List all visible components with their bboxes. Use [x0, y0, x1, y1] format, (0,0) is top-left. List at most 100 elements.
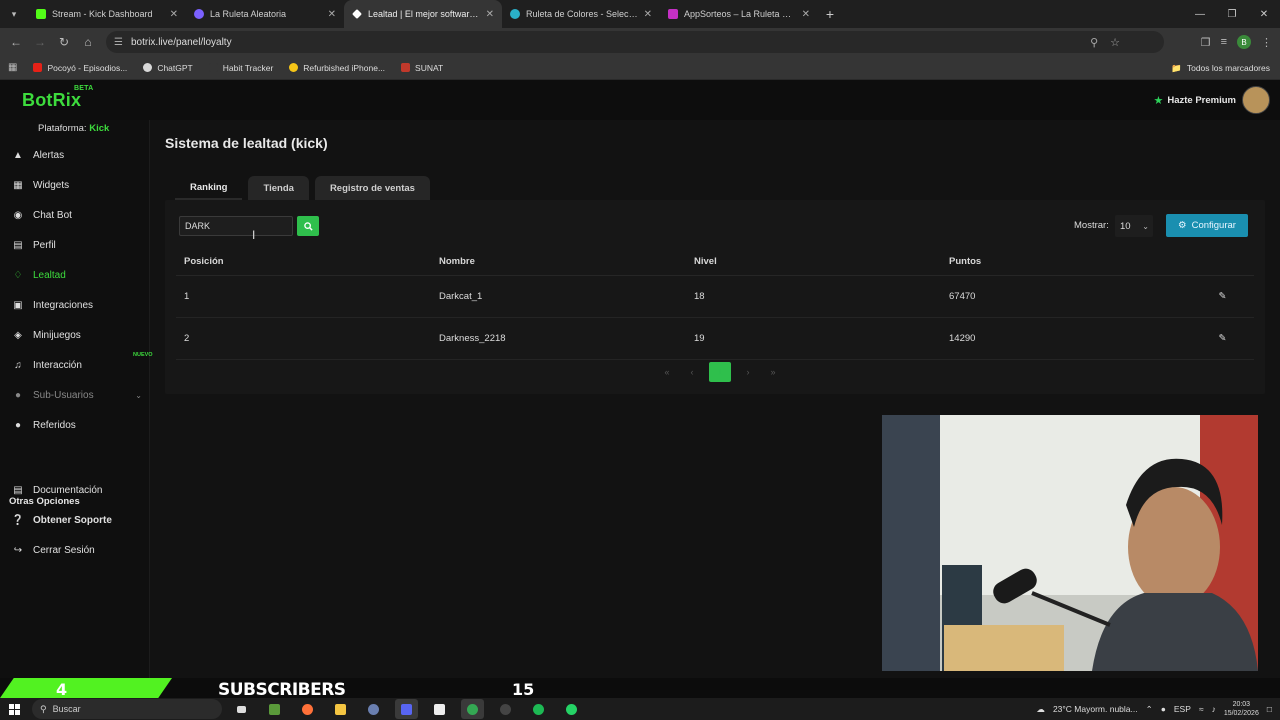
language-indicator[interactable]: ESP: [1174, 704, 1191, 714]
minimize-icon[interactable]: —: [1184, 0, 1216, 28]
sidebar-item-label: Alertas: [33, 149, 65, 161]
edit-pencil-icon[interactable]: ✎: [1191, 333, 1254, 344]
bookmark-star-icon[interactable]: ☆: [1110, 36, 1120, 49]
close-tab-icon[interactable]: ✕: [328, 9, 336, 20]
sidebar-item-cerrar-sesion[interactable]: ↪ Cerrar Sesión: [12, 540, 146, 560]
maximize-icon[interactable]: ❐: [1216, 0, 1248, 28]
sidebar-item-widgets[interactable]: ▦ Widgets: [12, 175, 146, 195]
user-avatar[interactable]: [1242, 86, 1270, 114]
sidebar-item-minijuegos[interactable]: ◈ Minijuegos: [12, 325, 146, 345]
browser-tab[interactable]: Ruleta de Colores - Selecciona ✕: [502, 0, 660, 28]
mostrar-select[interactable]: 10 ⌄: [1115, 215, 1153, 237]
close-tab-icon[interactable]: ✕: [644, 9, 652, 20]
bookmark-item[interactable]: ChatGPT: [143, 62, 193, 73]
close-tab-icon[interactable]: ✕: [802, 9, 810, 20]
sidebar-item-interaccion[interactable]: ♫ Interacción NUEVO: [12, 352, 152, 375]
sidebar-item-perfil[interactable]: ▤ Perfil: [12, 235, 146, 255]
davinci-icon[interactable]: [362, 699, 385, 719]
bookmark-favicon-icon: [33, 63, 43, 72]
weather-text[interactable]: 23°C Mayorm. nubla...: [1053, 704, 1138, 714]
sidebar-item-lealtad[interactable]: ♢ Lealtad: [12, 265, 146, 285]
extensions-icon[interactable]: ❐: [1201, 36, 1211, 49]
browser-tab[interactable]: AppSorteos – La Ruleta de la S ✕: [660, 0, 818, 28]
new-tab-icon[interactable]: +: [818, 6, 842, 22]
tab-tienda[interactable]: Tienda: [248, 176, 309, 200]
clock[interactable]: 20:03 15/02/2026: [1224, 700, 1259, 718]
current-page[interactable]: 1: [709, 362, 731, 382]
apps-grid-icon[interactable]: ▦: [8, 62, 17, 73]
volume-icon[interactable]: ♪: [1212, 704, 1216, 714]
premium-button[interactable]: ★ Hazte Premium: [1153, 94, 1236, 107]
sidebar-item-sub-usuarios[interactable]: ● Sub-Usuarios ⌄: [12, 385, 146, 405]
first-page-icon[interactable]: «: [659, 363, 675, 381]
tab-search-icon[interactable]: ▾: [0, 0, 28, 28]
sidebar-item-referidos[interactable]: ● Referidos: [12, 415, 146, 435]
tray-chevron-icon[interactable]: ⌃: [1146, 704, 1153, 715]
close-window-icon[interactable]: ✕: [1248, 0, 1280, 28]
browser-tab[interactable]: Stream - Kick Dashboard ✕: [28, 0, 186, 28]
sidebar-item-obtener-soporte[interactable]: ❔ Obtener Soporte: [12, 510, 146, 530]
sidebar-item-label: Integraciones: [33, 299, 94, 311]
windows-start-icon[interactable]: [0, 698, 28, 720]
botrix-logo[interactable]: BotRix BETA: [22, 85, 93, 111]
bookmark-item[interactable]: SUNAT: [401, 63, 443, 73]
reload-icon[interactable]: ↻: [52, 35, 76, 49]
sidebar-item-label: Chat Bot: [33, 209, 72, 221]
tab-registro-de-ventas[interactable]: Registro de ventas: [314, 176, 430, 200]
column-header-posicion[interactable]: Posición: [176, 256, 431, 267]
bookmark-item[interactable]: Habit Tracker: [208, 63, 273, 73]
system-tray: ☁ 23°C Mayorm. nubla... ⌃ ● ESP ≈ ♪ 20:0…: [1036, 698, 1272, 720]
profile-avatar[interactable]: B: [1237, 35, 1251, 49]
close-tab-icon[interactable]: ✕: [486, 9, 494, 20]
forward-icon[interactable]: →: [28, 35, 52, 49]
whatsapp-icon[interactable]: [560, 699, 583, 719]
microphone-icon[interactable]: ●: [1161, 704, 1166, 714]
bookmark-item[interactable]: Pocoyó - Episodios...: [33, 63, 127, 73]
bookmark-label: ChatGPT: [157, 62, 193, 73]
chrome-icon[interactable]: [461, 699, 484, 719]
edit-pencil-icon[interactable]: ✎: [1191, 291, 1254, 302]
site-info-icon[interactable]: ☰: [114, 37, 123, 48]
search-input[interactable]: [179, 216, 293, 236]
configurar-button[interactable]: ⚙ Configurar: [1166, 214, 1248, 237]
capcut-icon[interactable]: [428, 699, 451, 719]
discord-icon[interactable]: [395, 699, 418, 719]
zoom-icon[interactable]: ⚲: [1090, 36, 1098, 49]
taskbar-search[interactable]: ⚲ Buscar: [32, 699, 222, 719]
obs-icon[interactable]: [494, 699, 517, 719]
last-page-icon[interactable]: »: [765, 363, 781, 381]
task-view-icon[interactable]: [230, 699, 253, 719]
sidebar-item-integraciones[interactable]: ▣ Integraciones: [12, 295, 146, 315]
column-header-nivel[interactable]: Nivel: [686, 256, 941, 267]
wifi-icon[interactable]: ≈: [1199, 704, 1204, 714]
all-bookmarks[interactable]: 📁 Todos los marcadores: [1171, 56, 1270, 80]
url-field[interactable]: ☰ botrix.live/panel/loyalty: [106, 31, 1164, 53]
menu-kebab-icon[interactable]: ⋮: [1261, 36, 1272, 49]
back-icon[interactable]: ←: [4, 35, 28, 49]
robot-icon: ◉: [13, 209, 23, 221]
search-icon: [303, 221, 313, 231]
minecraft-icon[interactable]: [263, 699, 286, 719]
sidebar-item-documentacion[interactable]: ▤ Documentación: [12, 480, 146, 500]
browser-tab[interactable]: La Ruleta Aleatoria ✕: [186, 0, 344, 28]
file-explorer-icon[interactable]: [329, 699, 352, 719]
prev-page-icon[interactable]: ‹: [684, 363, 700, 381]
column-header-nombre[interactable]: Nombre: [431, 256, 686, 267]
home-icon[interactable]: ⌂: [76, 35, 100, 49]
search-button[interactable]: [297, 216, 319, 236]
browser-tab-active[interactable]: Lealtad | El mejor software para ✕: [344, 0, 502, 28]
tab-ranking[interactable]: Ranking: [175, 176, 243, 200]
bookmark-label: Refurbished iPhone...: [303, 62, 386, 73]
spotify-icon[interactable]: [527, 699, 550, 719]
bookmark-item[interactable]: Refurbished iPhone...: [289, 63, 385, 73]
notifications-icon[interactable]: □: [1267, 704, 1272, 714]
sidebar-item-chat-bot[interactable]: ◉ Chat Bot: [12, 205, 146, 225]
close-tab-icon[interactable]: ✕: [170, 9, 178, 20]
sidebar-item-alertas[interactable]: ▲ Alertas: [12, 145, 146, 165]
firefox-icon[interactable]: [296, 699, 319, 719]
taskbar-search-placeholder: Buscar: [52, 704, 81, 714]
media-icon[interactable]: ≡: [1221, 36, 1227, 48]
platform-indicator: Plataforma: Kick: [38, 123, 109, 134]
next-page-icon[interactable]: ›: [740, 363, 756, 381]
column-header-puntos[interactable]: Puntos: [941, 256, 1191, 267]
